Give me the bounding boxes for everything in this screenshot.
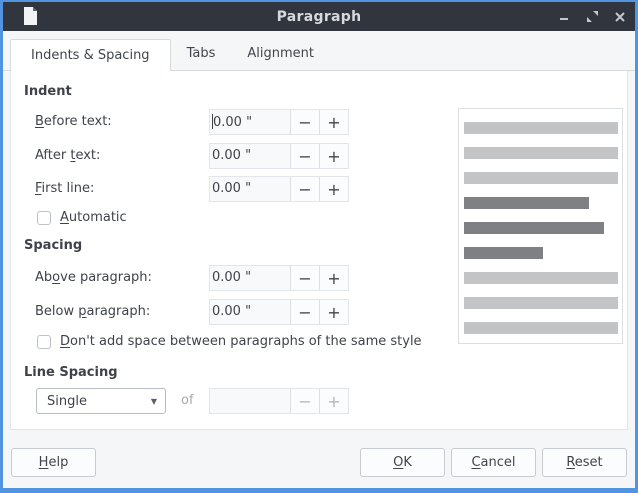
- preview-text-bar: [464, 222, 604, 234]
- first-line-input[interactable]: 0.00 ": [210, 177, 290, 201]
- preview-text-bar: [464, 297, 618, 309]
- tab-tabs[interactable]: Tabs: [171, 38, 232, 70]
- restore-icon[interactable]: [585, 10, 599, 24]
- after-text-increment-button[interactable]: +: [319, 144, 348, 168]
- cancel-button[interactable]: Cancel: [451, 448, 536, 477]
- first-line-increment-button[interactable]: +: [319, 177, 348, 201]
- above-paragraph-decrement-button[interactable]: −: [290, 266, 319, 290]
- preview-text-bar: [464, 172, 618, 184]
- above-paragraph-label: Above paragraph:: [35, 270, 152, 285]
- before-text-decrement-button[interactable]: −: [290, 110, 319, 134]
- line-spacing-increment-button: +: [319, 389, 348, 413]
- automatic-checkbox-row: Automatic: [37, 210, 127, 225]
- above-paragraph-input[interactable]: 0.00 ": [210, 266, 290, 290]
- reset-button[interactable]: Reset: [542, 448, 627, 477]
- dialog-footer: Help OK Cancel Reset: [3, 430, 635, 488]
- line-spacing-dropdown[interactable]: Single ▼: [36, 388, 166, 414]
- line-spacing-heading: Line Spacing: [24, 365, 118, 380]
- same-style-checkbox-row: Don't add space between paragraphs of th…: [37, 334, 422, 349]
- before-text-increment-button[interactable]: +: [319, 110, 348, 134]
- above-paragraph-increment-button[interactable]: +: [319, 266, 348, 290]
- tab-strip: Indents & Spacing Tabs Alignment: [3, 31, 635, 71]
- before-text-label: Before text:: [35, 114, 112, 129]
- document-icon: [23, 6, 38, 30]
- after-text-spinbox: 0.00 " − +: [209, 143, 349, 169]
- line-spacing-value-input: [210, 389, 290, 413]
- below-paragraph-spinbox: 0.00 " − +: [209, 299, 349, 325]
- preview-text-bar: [464, 247, 543, 259]
- line-spacing-selected: Single: [47, 394, 151, 409]
- of-label: of: [181, 393, 194, 408]
- preview-text-bar: [464, 322, 618, 334]
- paragraph-preview: [458, 108, 623, 344]
- preview-text-bar: [464, 147, 618, 159]
- window-title: Paragraph: [3, 9, 635, 25]
- below-paragraph-input[interactable]: 0.00 ": [210, 300, 290, 324]
- minimize-icon[interactable]: [557, 10, 571, 24]
- after-text-decrement-button[interactable]: −: [290, 144, 319, 168]
- below-paragraph-increment-button[interactable]: +: [319, 300, 348, 324]
- line-spacing-value-spinbox: − +: [209, 388, 349, 414]
- before-text-input[interactable]: 0.00 ": [210, 110, 290, 134]
- chevron-down-icon: ▼: [151, 397, 157, 406]
- after-text-label: After text:: [35, 148, 100, 163]
- after-text-input[interactable]: 0.00 ": [210, 144, 290, 168]
- below-paragraph-decrement-button[interactable]: −: [290, 300, 319, 324]
- paragraph-dialog: Paragraph Indents & Spacing Tabs Alignme…: [0, 0, 638, 493]
- automatic-checkbox[interactable]: [37, 211, 51, 225]
- titlebar: Paragraph: [3, 2, 635, 31]
- preview-text-bar: [464, 197, 589, 209]
- tab-alignment[interactable]: Alignment: [231, 38, 330, 70]
- indent-heading: Indent: [24, 84, 72, 99]
- tab-indents-and-spacing[interactable]: Indents & Spacing: [10, 39, 171, 71]
- help-button[interactable]: Help: [11, 448, 96, 477]
- spacing-heading: Spacing: [24, 238, 82, 253]
- above-paragraph-spinbox: 0.00 " − +: [209, 265, 349, 291]
- before-text-spinbox: 0.00 " − +: [209, 109, 349, 135]
- preview-text-bar: [464, 272, 618, 284]
- line-spacing-decrement-button: −: [290, 389, 319, 413]
- first-line-label: First line:: [35, 181, 94, 196]
- automatic-label: Automatic: [60, 210, 127, 225]
- same-style-label: Don't add space between paragraphs of th…: [60, 334, 422, 349]
- first-line-spinbox: 0.00 " − +: [209, 176, 349, 202]
- indents-spacing-panel: Indent Before text: 0.00 " − + After tex…: [10, 71, 628, 430]
- preview-text-bar: [464, 122, 618, 134]
- close-icon[interactable]: [613, 10, 627, 24]
- first-line-decrement-button[interactable]: −: [290, 177, 319, 201]
- below-paragraph-label: Below paragraph:: [35, 304, 150, 319]
- same-style-checkbox[interactable]: [37, 335, 51, 349]
- ok-button[interactable]: OK: [360, 448, 445, 477]
